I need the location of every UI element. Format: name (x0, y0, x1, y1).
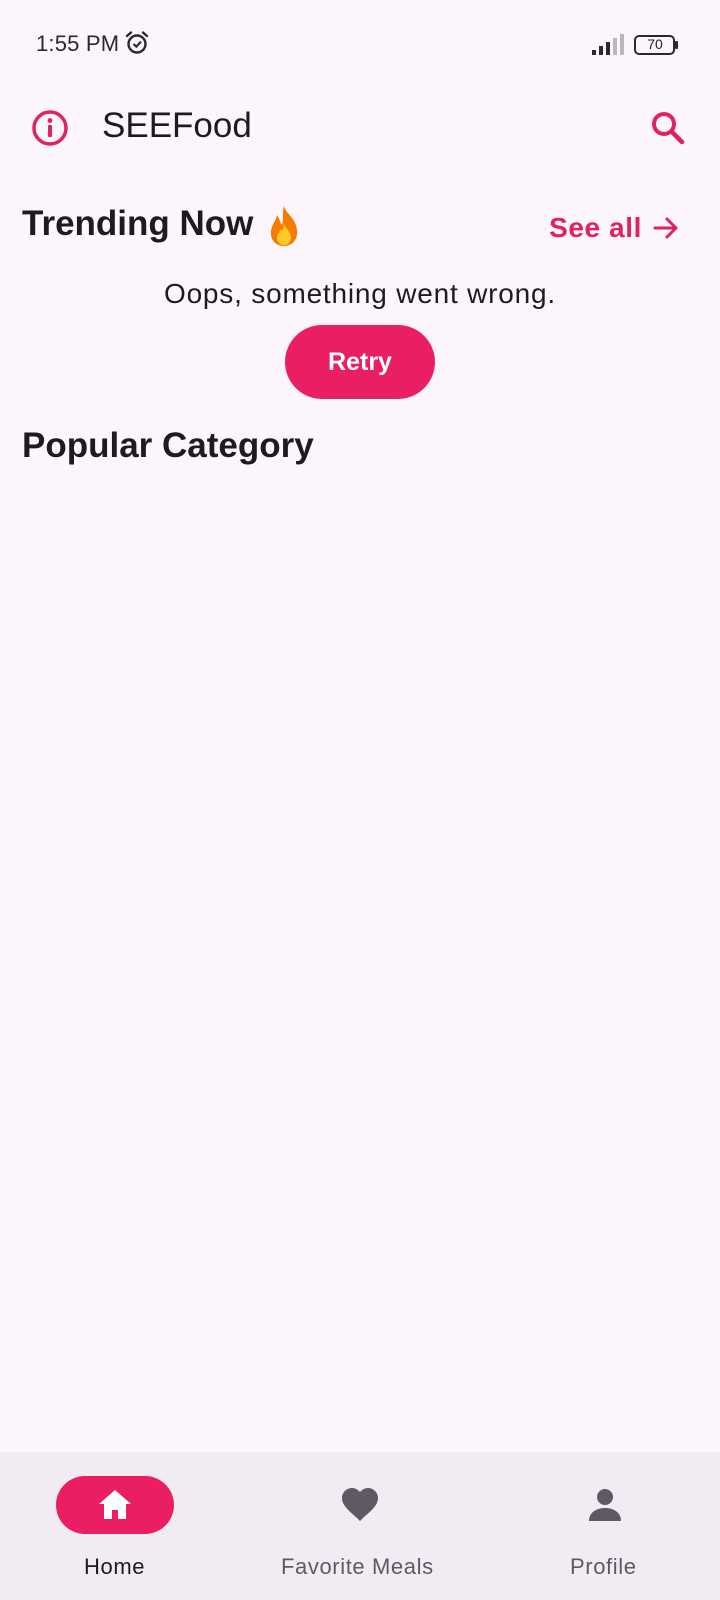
nav-item-home[interactable]: Home (0, 1452, 230, 1600)
battery-level: 70 (647, 36, 663, 52)
status-time: 1:55 PM (36, 31, 120, 56)
status-bar: 1:55 PM 70 (0, 0, 720, 90)
top-app-bar: SEEFood (0, 90, 720, 166)
alarm-icon (125, 31, 149, 54)
error-message: Oops, something went wrong. (163, 278, 556, 309)
nav-label-home: Home (84, 1554, 146, 1579)
heart-icon (342, 1488, 378, 1521)
see-all-button[interactable]: See all (549, 208, 680, 248)
fire-icon (270, 206, 298, 246)
home-screen: 1:55 PM 70 SEEFood Trending Now See all … (0, 0, 720, 1600)
signal-icon (592, 34, 624, 55)
see-all-label: See all (549, 212, 642, 243)
nav-item-favorite-meals[interactable]: Favorite Meals (240, 1452, 480, 1600)
app-title: SEEFood (102, 106, 252, 145)
nav-label-favorite-meals: Favorite Meals (281, 1554, 434, 1579)
bottom-navigation: Home Favorite Meals Profile (0, 1452, 720, 1600)
nav-label-profile: Profile (570, 1554, 637, 1579)
trending-title: Trending Now (22, 204, 254, 243)
info-button[interactable] (30, 108, 70, 148)
search-button[interactable] (648, 108, 688, 148)
retry-button[interactable]: Retry (285, 325, 435, 399)
arrow-right-icon (653, 217, 678, 239)
popular-category-title: Popular Category (22, 426, 314, 465)
home-icon (99, 1490, 131, 1519)
info-icon (32, 110, 68, 146)
search-icon (652, 112, 685, 145)
person-icon (589, 1489, 621, 1521)
nav-item-profile[interactable]: Profile (490, 1452, 720, 1600)
